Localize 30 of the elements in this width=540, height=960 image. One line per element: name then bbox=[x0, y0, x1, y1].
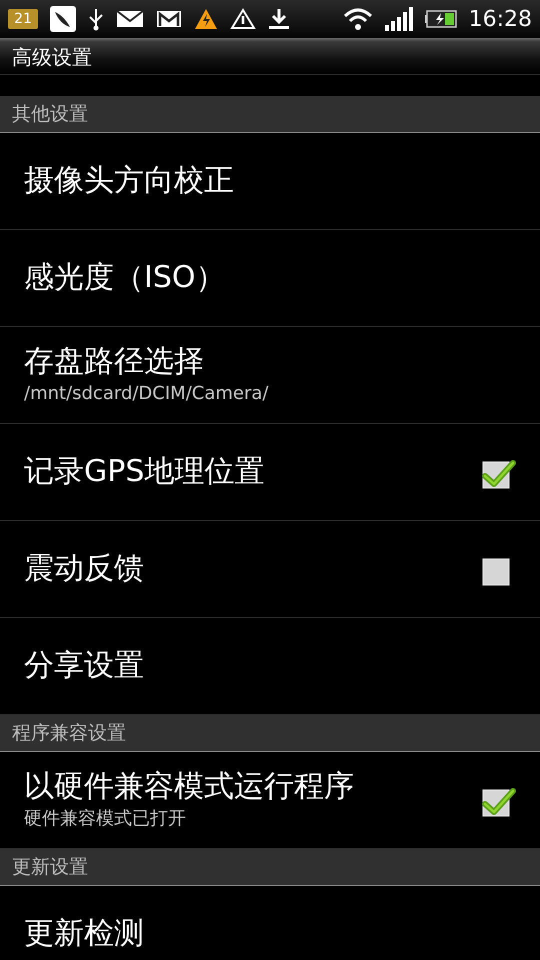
battery-icon bbox=[424, 10, 457, 28]
item-summary: 硬件兼容模式已打开 bbox=[24, 806, 187, 830]
screen-title: 高级设置 bbox=[0, 38, 540, 74]
download-icon bbox=[268, 8, 290, 30]
item-title: 更新检测 bbox=[24, 916, 145, 952]
item-title: 存盘路径选择 bbox=[24, 344, 205, 380]
section-header: 更新设置 bbox=[0, 849, 540, 886]
settings-item[interactable]: 记录GPS地理位置 bbox=[0, 424, 540, 521]
item-title: 感光度（ISO） bbox=[24, 260, 227, 296]
calendar-icon: 21 bbox=[8, 9, 38, 29]
mail-icon bbox=[116, 9, 144, 29]
clock-time: 16:28 bbox=[468, 6, 532, 34]
wifi-icon bbox=[342, 7, 373, 31]
settings-item[interactable]: 存盘路径选择 /mnt/sdcard/DCIM/Camera/ bbox=[0, 327, 540, 424]
settings-item[interactable]: 更新检测 bbox=[0, 886, 540, 960]
item-title: 摄像头方向校正 bbox=[24, 163, 235, 199]
section-header: 程序兼容设置 bbox=[0, 715, 540, 752]
settings-item[interactable]: 感光度（ISO） bbox=[0, 230, 540, 327]
section-header: 其他设置 bbox=[0, 96, 540, 133]
usb-icon bbox=[88, 7, 104, 31]
item-summary: /mnt/sdcard/DCIM/Camera/ bbox=[24, 382, 270, 406]
signal-icon bbox=[384, 7, 413, 31]
item-title: 记录GPS地理位置 bbox=[24, 454, 266, 490]
settings-item[interactable]: 震动反馈 bbox=[0, 521, 540, 618]
settings-item[interactable]: 摄像头方向校正 bbox=[0, 133, 540, 230]
item-title: 以硬件兼容模式运行程序 bbox=[24, 768, 355, 804]
item-title: 震动反馈 bbox=[24, 551, 145, 587]
warning-icon bbox=[194, 8, 218, 30]
alert-triangle-icon bbox=[230, 8, 256, 30]
item-title: 分享设置 bbox=[24, 648, 145, 684]
